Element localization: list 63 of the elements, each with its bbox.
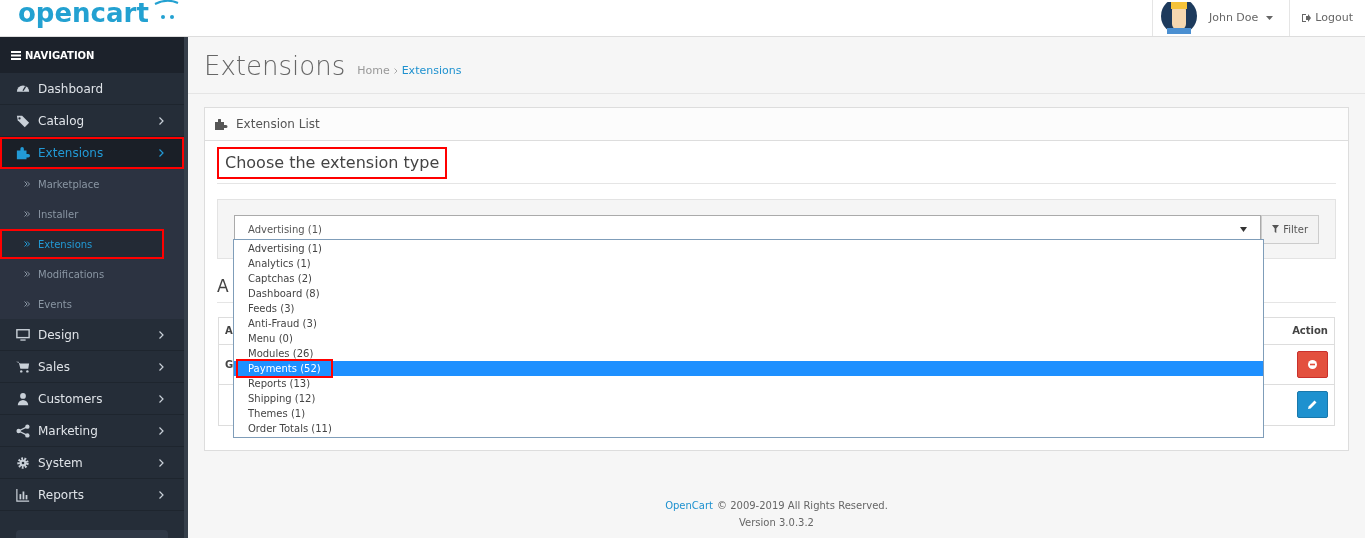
- user-icon: [16, 391, 30, 406]
- dropdown-option[interactable]: Feeds (3): [234, 301, 1263, 316]
- submenu-item[interactable]: Events: [0, 289, 164, 319]
- panel-title: Extension List: [236, 116, 320, 133]
- section-heading: Choose the extension type: [217, 147, 448, 179]
- sidebar-item[interactable]: Customers: [0, 383, 184, 415]
- dropdown-option[interactable]: Anti-Fraud (3): [234, 316, 1263, 331]
- filter-button[interactable]: Filter: [1261, 214, 1319, 244]
- dropdown-option[interactable]: Order Totals (11): [234, 421, 1263, 436]
- dropdown-option[interactable]: Advertising (1): [234, 241, 1263, 256]
- sidebar-item[interactable]: Extensions: [0, 137, 184, 169]
- filter-icon: [1272, 225, 1280, 233]
- uninstall-button[interactable]: [1297, 350, 1328, 378]
- dropdown-option[interactable]: Analytics (1): [234, 256, 1263, 271]
- section-heading: A: [217, 276, 229, 296]
- column-header: A: [225, 324, 233, 338]
- double-chevron-icon: [24, 301, 30, 307]
- puzzle-icon: [16, 145, 30, 160]
- edit-button[interactable]: [1297, 391, 1328, 418]
- logout-link[interactable]: Logout: [1302, 9, 1353, 27]
- caret-icon: [1266, 16, 1274, 20]
- bar-chart-icon: [16, 487, 30, 502]
- dropdown-option[interactable]: Menu (0): [234, 331, 1263, 346]
- chevron-icon: [393, 67, 398, 74]
- submenu-item[interactable]: Modifications: [0, 259, 164, 289]
- puzzle-icon: [215, 118, 228, 130]
- submenu-item[interactable]: Installer: [0, 199, 164, 229]
- version-text: Version 3.0.3.2: [739, 516, 814, 530]
- dropdown-option[interactable]: Modules (26): [234, 346, 1263, 361]
- dropdown-option[interactable]: Themes (1): [234, 406, 1263, 421]
- caret-icon: [1240, 226, 1248, 232]
- dropdown-option[interactable]: Captchas (2): [234, 271, 1263, 286]
- share-icon: [16, 423, 30, 438]
- double-chevron-icon: [24, 211, 30, 217]
- dropdown-option[interactable]: Dashboard (8): [234, 286, 1263, 301]
- avatar: [1160, 2, 1197, 34]
- page-title: Extensions: [204, 51, 346, 81]
- column-header: Action: [1292, 324, 1328, 338]
- double-chevron-icon: [24, 181, 30, 187]
- double-chevron-icon: [24, 241, 30, 247]
- table-cell-text: G: [225, 357, 234, 372]
- double-chevron-icon: [24, 271, 30, 277]
- submenu-item[interactable]: Marketplace: [0, 169, 164, 199]
- sidebar-item[interactable]: System: [0, 447, 184, 479]
- cart-icon: [16, 359, 30, 374]
- logout-icon: [1302, 14, 1312, 22]
- sidebar-item[interactable]: Dashboard: [0, 73, 184, 105]
- copyright-text: © 2009-2019 All Rights Reserved.: [717, 500, 888, 511]
- menu-icon: [11, 50, 21, 60]
- minus-circle-icon: [1308, 359, 1317, 369]
- pencil-icon: [1308, 400, 1317, 409]
- sidebar-item[interactable]: Sales: [0, 351, 184, 383]
- user-menu[interactable]: John Doe: [1208, 9, 1274, 27]
- dropdown-option[interactable]: Reports (13): [234, 376, 1263, 391]
- navigation-heading: NAVIGATION: [11, 47, 95, 63]
- submenu-item[interactable]: Extensions: [0, 229, 164, 259]
- dropdown-option[interactable]: Shipping (12): [234, 391, 1263, 406]
- sidebar-item[interactable]: Reports: [0, 479, 184, 511]
- gear-icon: [16, 455, 30, 470]
- tag-icon: [16, 113, 30, 128]
- sidebar-item[interactable]: Design: [0, 319, 184, 351]
- sidebar-item[interactable]: Marketing: [0, 415, 184, 447]
- monitor-icon: [16, 327, 30, 342]
